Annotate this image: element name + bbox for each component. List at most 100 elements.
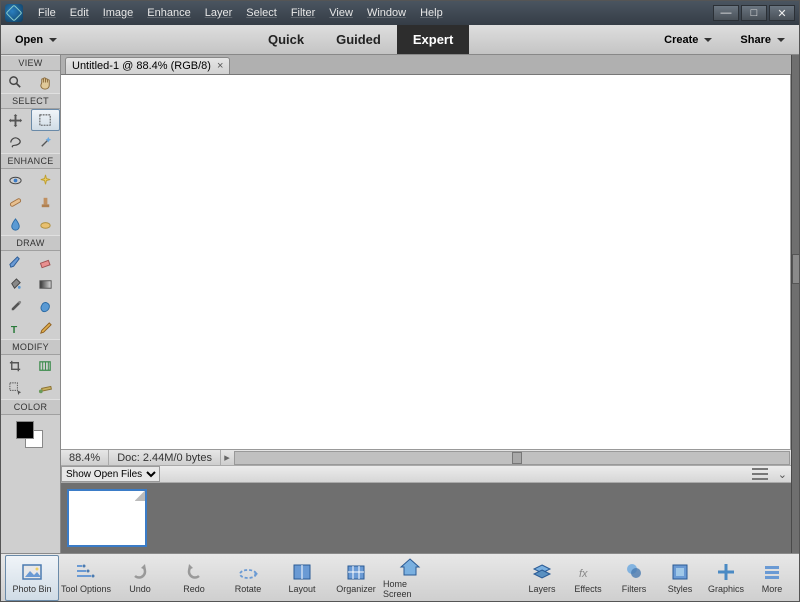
tool-options-button[interactable]: Tool Options — [59, 555, 113, 601]
fill-tool[interactable] — [1, 273, 31, 295]
magic-wand-tool[interactable] — [31, 131, 61, 153]
horizontal-scrollbar[interactable] — [234, 451, 790, 465]
bin-thumbnail[interactable] — [67, 489, 147, 547]
shape-tool[interactable] — [31, 295, 61, 317]
layers-button[interactable]: Layers — [519, 555, 565, 601]
foreground-color-swatch[interactable] — [16, 421, 34, 439]
menu-view[interactable]: View — [322, 5, 360, 21]
menu-edit[interactable]: Edit — [63, 5, 96, 21]
create-menu-button[interactable]: Create — [650, 34, 726, 46]
redo-label: Redo — [183, 584, 205, 594]
recompose-icon — [38, 359, 53, 374]
move-tool[interactable] — [1, 109, 31, 131]
rotate-button[interactable]: Rotate — [221, 555, 275, 601]
tool-section-view: VIEW — [1, 55, 60, 71]
menu-help[interactable]: Help — [413, 5, 450, 21]
info-arrow-icon[interactable]: ▸ — [221, 450, 233, 465]
clone-stamp-tool[interactable] — [31, 191, 61, 213]
stage: Untitled-1 @ 88.4% (RGB/8) × 88.4% Doc: … — [61, 55, 791, 553]
lasso-tool[interactable] — [1, 131, 31, 153]
bin-collapse-icon[interactable]: ⌄ — [774, 468, 791, 481]
pencil-icon — [38, 321, 53, 336]
crop-icon — [8, 359, 23, 374]
gradient-icon — [38, 277, 53, 292]
menu-enhance[interactable]: Enhance — [140, 5, 197, 21]
type-tool[interactable] — [1, 317, 31, 339]
whiten-tool[interactable] — [31, 169, 61, 191]
zoom-tool[interactable] — [1, 71, 31, 93]
share-menu-button[interactable]: Share — [726, 34, 799, 46]
gradient-tool[interactable] — [31, 273, 61, 295]
window-maximize-button[interactable]: □ — [741, 5, 767, 21]
bottom-toolbar: Photo BinTool OptionsUndo Redo RotateLayou… — [1, 553, 799, 601]
menu-select[interactable]: Select — [239, 5, 284, 21]
graphics-label: Graphics — [708, 584, 744, 594]
layers-icon — [531, 561, 553, 583]
marquee-tool[interactable] — [31, 109, 61, 131]
status-bar: 88.4% Doc: 2.44M/0 bytes ▸ — [61, 449, 791, 465]
styles-button[interactable]: Styles — [657, 555, 703, 601]
app-logo-icon — [5, 4, 23, 22]
redo-button[interactable]: Redo — [167, 555, 221, 601]
home-screen-button[interactable]: Home Screen — [383, 555, 437, 601]
layers-label: Layers — [528, 584, 555, 594]
menu-window[interactable]: Window — [360, 5, 413, 21]
undo-button[interactable]: Undo — [113, 555, 167, 601]
bin-dropdown[interactable]: Show Open Files — [61, 466, 160, 482]
brush-icon — [8, 255, 23, 270]
close-tab-icon[interactable]: × — [217, 60, 223, 72]
type-icon — [8, 321, 23, 336]
right-panel-collapsed[interactable] — [791, 55, 799, 553]
blur-tool[interactable] — [1, 213, 31, 235]
color-swatch[interactable] — [16, 421, 46, 449]
menubar: FileEditImageEnhanceLayerSelectFilterVie… — [1, 1, 799, 25]
layout-button[interactable]: Layout — [275, 555, 329, 601]
stamp-icon — [38, 195, 53, 210]
spot-heal-tool[interactable] — [1, 191, 31, 213]
recompose-tool[interactable] — [31, 355, 61, 377]
drop-icon — [8, 217, 23, 232]
undo-icon — [129, 561, 151, 583]
bin-menu-icon[interactable] — [752, 468, 768, 480]
doc-info[interactable]: Doc: 2.44M/0 bytes — [109, 450, 221, 465]
filters-button[interactable]: Filters — [611, 555, 657, 601]
photo-bin-button[interactable]: Photo Bin — [5, 555, 59, 601]
mode-tab-quick[interactable]: Quick — [252, 25, 320, 54]
movesel-icon — [8, 381, 23, 396]
photo-icon — [21, 561, 43, 583]
brush-tool[interactable] — [1, 251, 31, 273]
eye-tool[interactable] — [1, 169, 31, 191]
open-menu-button[interactable]: Open — [1, 25, 71, 54]
crop-tool[interactable] — [1, 355, 31, 377]
blob-icon — [38, 299, 53, 314]
content-move-tool[interactable] — [1, 377, 31, 399]
effects-button[interactable]: Effects — [565, 555, 611, 601]
eraser-tool[interactable] — [31, 251, 61, 273]
window-close-button[interactable]: ✕ — [769, 5, 795, 21]
panel-grip-icon[interactable] — [792, 254, 800, 284]
zoom-level[interactable]: 88.4% — [61, 450, 109, 465]
pencil-tool[interactable] — [31, 317, 61, 339]
sponge-tool[interactable] — [31, 213, 61, 235]
menu-layer[interactable]: Layer — [198, 5, 240, 21]
menu-image[interactable]: Image — [96, 5, 141, 21]
sparkle-icon — [38, 173, 53, 188]
menu-file[interactable]: File — [31, 5, 63, 21]
graphics-button[interactable]: Graphics — [703, 555, 749, 601]
hand-tool[interactable] — [31, 71, 61, 93]
straighten-tool[interactable] — [31, 377, 61, 399]
menu-items: FileEditImageEnhanceLayerSelectFilterVie… — [31, 5, 450, 21]
more-button[interactable]: More — [749, 555, 795, 601]
window-minimize-button[interactable]: — — [713, 5, 739, 21]
organizer-button[interactable]: Organizer — [329, 555, 383, 601]
more-label: More — [762, 584, 783, 594]
canvas[interactable] — [61, 75, 791, 449]
wand-icon — [38, 135, 53, 150]
marquee-icon — [38, 113, 53, 128]
document-tab[interactable]: Untitled-1 @ 88.4% (RGB/8) × — [65, 57, 230, 74]
menu-filter[interactable]: Filter — [284, 5, 322, 21]
mode-tab-guided[interactable]: Guided — [320, 25, 397, 54]
caret-down-icon — [704, 38, 712, 42]
mode-tab-expert[interactable]: Expert — [397, 25, 469, 54]
eyedropper-tool[interactable] — [1, 295, 31, 317]
